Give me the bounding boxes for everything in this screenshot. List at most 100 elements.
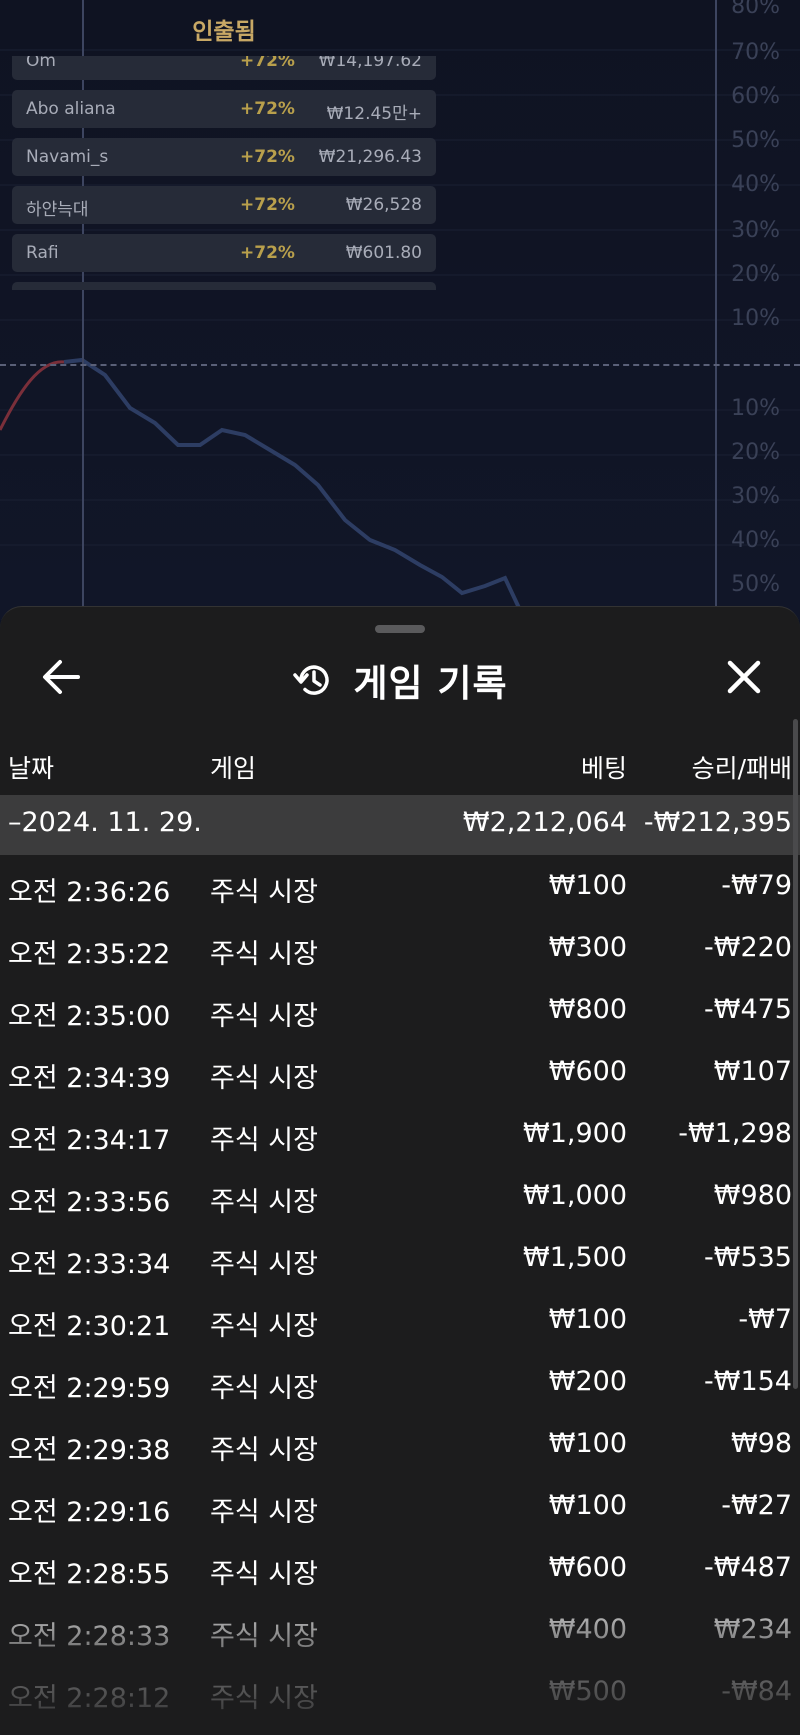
history-row[interactable]: 오전 2:28:55 주식 시장 ₩600 -₩487 [0,1537,800,1599]
history-row[interactable]: 오전 2:28:33 주식 시장 ₩400 ₩234 [0,1599,800,1661]
cashout-amount: ₩601.80 [345,243,422,263]
row-game: 주식 시장 [210,1683,318,1714]
history-row[interactable]: 오전 2:28:12 주식 시장 ₩500 -₩84 [0,1661,800,1723]
history-row[interactable]: 오전 2:34:39 주식 시장 ₩600 ₩107 [0,1041,800,1103]
row-bet: ₩300 [548,932,627,963]
player-name: Rafi [26,243,59,263]
history-row[interactable]: 오전 2:36:26 주식 시장 ₩100 -₩79 [0,855,800,917]
row-time: 오전 2:34:39 [8,1063,171,1094]
axis-label: 10% [731,306,780,331]
multiplier-line [0,364,800,366]
column-header-result: 승리/패배 [691,754,792,783]
row-result: -₩154 [704,1366,792,1397]
row-game: 주식 시장 [210,1001,318,1032]
axis-label: 30% [731,218,780,243]
chart-marker-line [715,0,717,620]
game-history-sheet: 게임 기록 날짜 게임 베팅 승리/패배 –2024. 11. 29. ₩2,2… [0,606,800,1735]
row-bet: ₩800 [548,994,627,1025]
axis-label: 80% [731,0,780,19]
cashout-row: Abo aliana +72% ₩12.45만+ [12,90,436,128]
history-row[interactable]: 오전 2:33:34 주식 시장 ₩1,500 -₩535 [0,1227,800,1289]
player-name: Om [26,56,56,71]
cashout-amount: ₩14,197.62 [318,56,422,71]
history-row[interactable]: 오전 2:29:59 주식 시장 ₩200 -₩154 [0,1351,800,1413]
row-game: 주식 시장 [210,1249,318,1280]
row-bet: ₩100 [548,870,627,901]
cashout-percent: +72% [240,56,295,71]
history-row[interactable]: 오전 2:33:56 주식 시장 ₩1,000 ₩980 [0,1165,800,1227]
row-time: 오전 2:33:34 [8,1249,171,1280]
column-header-bet: 베팅 [580,754,627,783]
row-result: ₩980 [713,1180,792,1211]
scrollbar[interactable] [793,719,798,1389]
date-group-row[interactable]: –2024. 11. 29. ₩2,212,064 -₩212,395 [0,795,800,855]
history-row[interactable]: 오전 2:29:38 주식 시장 ₩100 ₩98 [0,1413,800,1475]
cashout-list: Om +72% ₩14,197.62 Abo aliana +72% ₩12.4… [12,56,436,290]
row-result: -₩84 [721,1676,792,1707]
row-result: ₩234 [713,1614,792,1645]
close-button[interactable] [716,649,772,705]
row-bet: ₩500 [548,1676,627,1707]
cashout-percent: +72% [240,99,295,119]
row-game: 주식 시장 [210,1311,318,1342]
axis-label: 40% [731,172,780,197]
row-time: 오전 2:29:38 [8,1435,171,1466]
player-name: Navami_s [26,147,109,167]
axis-label: 20% [731,440,780,465]
cashout-amount: ₩21,296.43 [318,147,422,167]
axis-label: 50% [731,128,780,153]
history-row[interactable]: 오전 2:30:21 주식 시장 ₩100 -₩7 [0,1289,800,1351]
row-game: 주식 시장 [210,1621,318,1652]
close-icon [727,660,761,694]
row-bet: ₩100 [548,1428,627,1459]
row-result: -₩487 [704,1552,792,1583]
row-bet: ₩600 [548,1552,627,1583]
row-result: -₩535 [704,1242,792,1273]
row-game: 주식 시장 [210,939,318,970]
date-group-label: –2024. 11. 29. [8,807,202,838]
row-time: 오전 2:29:16 [8,1497,171,1528]
row-result: -₩27 [721,1490,792,1521]
history-list: 오전 2:36:26 주식 시장 ₩100 -₩79 오전 2:35:22 주식… [0,855,800,1723]
row-bet: ₩1,500 [523,1242,627,1273]
row-time: 오전 2:35:22 [8,939,171,970]
row-result: ₩107 [713,1056,792,1087]
row-result: ₩98 [730,1428,792,1459]
cashout-row: Navami_s +72% ₩21,296.43 [12,138,436,176]
drag-handle[interactable] [375,625,425,633]
row-bet: ₩200 [548,1366,627,1397]
cashout-percent: +72% [240,147,295,167]
cashout-row: Om +72% ₩14,197.62 [12,56,436,80]
row-time: 오전 2:33:56 [8,1187,171,1218]
axis-label: 70% [731,40,780,65]
sheet-title: 게임 기록 [353,662,508,705]
history-row[interactable]: 오전 2:35:22 주식 시장 ₩300 -₩220 [0,917,800,979]
row-result: -₩79 [721,870,792,901]
row-time: 오전 2:28:12 [8,1683,171,1714]
history-icon [293,665,330,695]
cashout-row [12,282,436,290]
history-row[interactable]: 오전 2:35:00 주식 시장 ₩800 -₩475 [0,979,800,1041]
row-time: 오전 2:30:21 [8,1311,171,1342]
column-header-game: 게임 [210,754,257,783]
row-bet: ₩100 [548,1304,627,1335]
cashout-amount: ₩26,528 [345,195,422,215]
axis-label: 40% [731,528,780,553]
cashout-row: Rafi +72% ₩601.80 [12,234,436,272]
row-time: 오전 2:34:17 [8,1125,171,1156]
cashout-percent: +72% [240,195,295,215]
row-game: 주식 시장 [210,1497,318,1528]
row-game: 주식 시장 [210,1187,318,1218]
row-bet: ₩400 [548,1614,627,1645]
row-time: 오전 2:28:55 [8,1559,171,1590]
row-time: 오전 2:28:33 [8,1621,171,1652]
row-result: -₩220 [704,932,792,963]
cashout-title: 인출됨 [192,19,256,45]
history-row[interactable]: 오전 2:29:16 주식 시장 ₩100 -₩27 [0,1475,800,1537]
axis-label: 10% [731,396,780,421]
player-name: 하얀늑대 [26,200,89,220]
row-bet: ₩100 [548,1490,627,1521]
axis-label: 50% [731,572,780,597]
history-row[interactable]: 오전 2:34:17 주식 시장 ₩1,900 -₩1,298 [0,1103,800,1165]
cashout-amount: ₩12.45만+ [326,104,422,124]
